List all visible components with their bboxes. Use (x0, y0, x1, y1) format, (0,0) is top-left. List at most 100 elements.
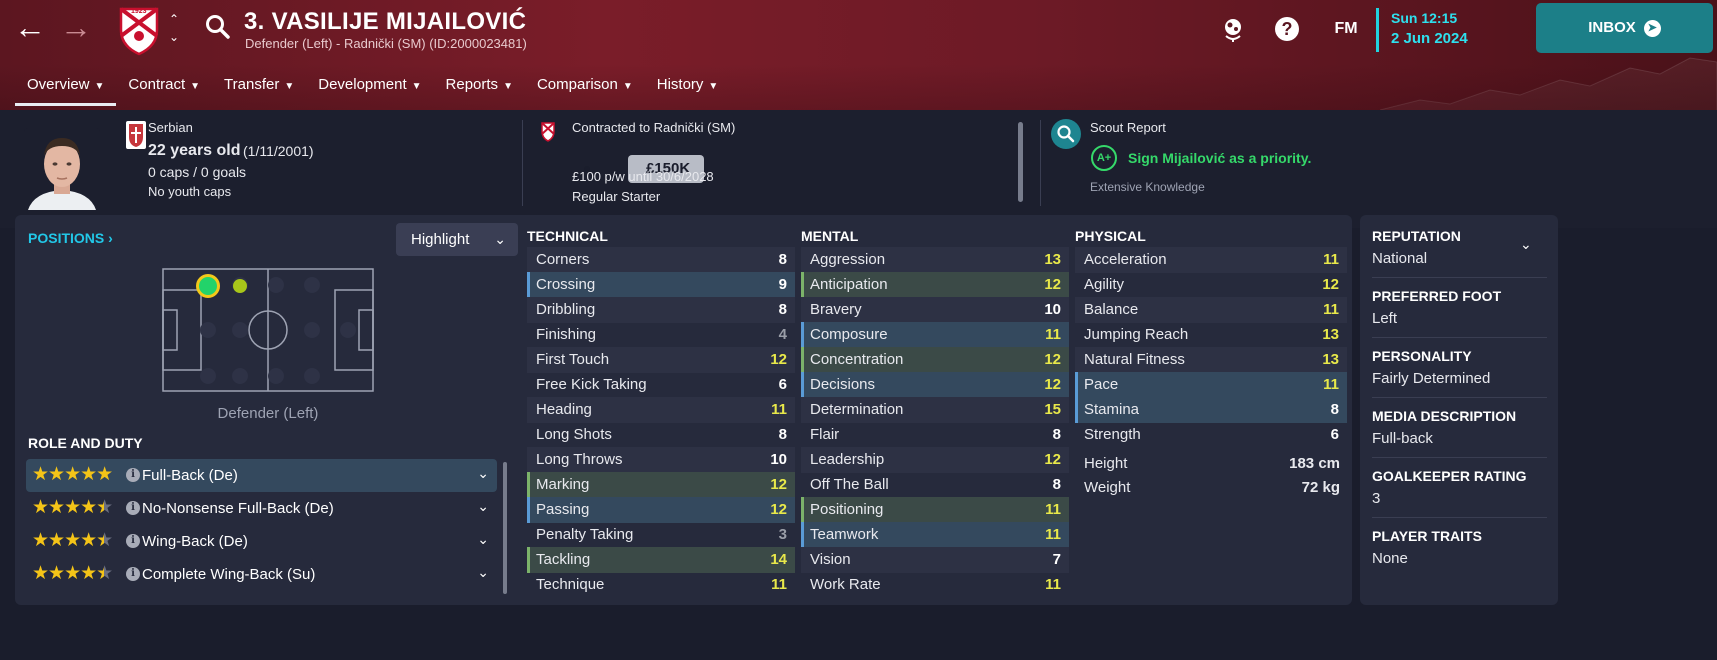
tab-development[interactable]: Development ▼ (306, 70, 433, 106)
mental-attribute-row[interactable]: Determination 15 (801, 397, 1069, 423)
side-heading: PERSONALITY (1372, 348, 1472, 364)
chevron-down-icon: ▼ (190, 81, 201, 92)
attribute-value: 11 (771, 401, 787, 418)
attribute-value: 10 (770, 451, 787, 468)
side-value[interactable]: 3 (1372, 490, 1380, 507)
technical-attribute-row[interactable]: Finishing 4 (527, 322, 795, 348)
mental-attribute-row[interactable]: Flair 8 (801, 422, 1069, 448)
physical-attribute-row[interactable]: Strength 6 (1075, 422, 1347, 448)
technical-attribute-row[interactable]: Technique 11 (527, 572, 795, 598)
scout-recommendation[interactable]: Sign Mijailović as a priority. (1128, 150, 1311, 166)
chevron-down-icon[interactable]: ⌄ (477, 465, 489, 482)
physical-heading: PHYSICAL (1075, 228, 1146, 244)
search-icon[interactable] (205, 14, 231, 40)
role-row[interactable]: ★★★★★ i No-Nonsense Full-Back (De) ⌄ (26, 492, 497, 525)
tab-reports[interactable]: Reports ▼ (434, 70, 525, 106)
inbox-button[interactable]: INBOX ➤ (1536, 3, 1713, 53)
role-row[interactable]: ★★★★★ i Complete Wing-Back (Su) ⌄ (26, 558, 497, 591)
info-scrollbar[interactable] (1018, 122, 1023, 202)
physical-attribute-row[interactable]: Natural Fitness 13 (1075, 347, 1347, 373)
technical-attribute-row[interactable]: Long Shots 8 (527, 422, 795, 448)
highlight-dropdown[interactable]: Highlight ⌄ (396, 223, 518, 256)
chevron-down-icon[interactable]: ⌄ (477, 564, 489, 581)
info-icon[interactable]: i (126, 501, 140, 515)
help-icon[interactable]: ? (1272, 14, 1302, 44)
side-value[interactable]: Fairly Determined (1372, 370, 1490, 387)
positions-link[interactable]: POSITIONS › (28, 230, 113, 246)
side-value[interactable]: Left (1372, 310, 1397, 327)
mental-attribute-row[interactable]: Teamwork 11 (801, 522, 1069, 548)
club-badge-small-icon[interactable] (541, 122, 555, 142)
accomplished-position-marker[interactable] (233, 279, 247, 293)
info-icon[interactable]: i (126, 567, 140, 581)
technical-attribute-row[interactable]: Corners 8 (527, 247, 795, 273)
technical-attribute-row[interactable]: Tackling 14 (527, 547, 795, 573)
contracted-to[interactable]: Contracted to Radnički (SM) (572, 120, 735, 135)
natural-position-marker[interactable] (196, 274, 220, 298)
attribute-name: Free Kick Taking (536, 376, 647, 393)
tab-contract[interactable]: Contract ▼ (116, 70, 212, 106)
attribute-value: 8 (1052, 476, 1061, 493)
mental-attribute-row[interactable]: Leadership 12 (801, 447, 1069, 473)
side-divider (1372, 277, 1547, 278)
mental-attribute-row[interactable]: Vision 7 (801, 547, 1069, 573)
technical-attribute-row[interactable]: Long Throws 10 (527, 447, 795, 473)
side-value[interactable]: None (1372, 550, 1408, 567)
technical-attribute-row[interactable]: Crossing 9 (527, 272, 795, 298)
forward-arrow-icon[interactable]: → (56, 10, 96, 46)
globe-football-icon[interactable] (1218, 14, 1248, 44)
technical-attribute-row[interactable]: First Touch 12 (527, 347, 795, 373)
chevron-down-icon[interactable]: ⌄ (477, 531, 489, 548)
fm-menu-button[interactable]: FM (1328, 14, 1364, 44)
physical-attribute-row[interactable]: Pace 11 (1075, 372, 1347, 398)
role-row[interactable]: ★★★★★ i Full-Back (De) ⌄ (26, 459, 497, 492)
technical-attribute-row[interactable]: Heading 11 (527, 397, 795, 423)
height-value: 183 cm (1289, 455, 1340, 472)
technical-attribute-row[interactable]: Free Kick Taking 6 (527, 372, 795, 398)
info-icon[interactable]: i (126, 468, 140, 482)
tab-transfer[interactable]: Transfer ▼ (212, 70, 306, 106)
game-date-block[interactable]: Sun 12:15 2 Jun 2024 (1376, 8, 1468, 52)
attribute-name: Marking (536, 476, 590, 493)
club-badge[interactable]: 1923 (118, 6, 160, 56)
attribute-name: Stamina (1084, 401, 1140, 418)
physical-attribute-row[interactable]: Stamina 8 (1075, 397, 1347, 423)
role-row[interactable]: ★★★★★ i Wing-Back (De) ⌄ (26, 525, 497, 558)
chevron-down-icon[interactable]: ⌄ (1520, 236, 1532, 253)
info-icon[interactable]: i (126, 534, 140, 548)
technical-attribute-row[interactable]: Dribbling 8 (527, 297, 795, 323)
mental-attribute-row[interactable]: Positioning 11 (801, 497, 1069, 523)
mental-attribute-row[interactable]: Aggression 13 (801, 247, 1069, 273)
side-value[interactable]: Full-back (1372, 430, 1433, 447)
technical-attribute-row[interactable]: Marking 12 (527, 472, 795, 498)
side-value[interactable]: National (1372, 250, 1427, 267)
mental-attribute-row[interactable]: Bravery 10 (801, 297, 1069, 323)
physical-attribute-row[interactable]: Jumping Reach 13 (1075, 322, 1347, 348)
scout-search-icon[interactable] (1051, 119, 1081, 149)
physical-attribute-row[interactable]: Balance 11 (1075, 297, 1347, 323)
roles-scrollbar[interactable] (503, 462, 507, 594)
side-divider (1372, 337, 1547, 338)
physical-attribute-row[interactable]: Acceleration 11 (1075, 247, 1347, 273)
mental-attribute-row[interactable]: Work Rate 11 (801, 572, 1069, 598)
technical-attribute-row[interactable]: Passing 12 (527, 497, 795, 523)
caps-goals[interactable]: 0 caps / 0 goals (148, 164, 246, 180)
mental-attribute-row[interactable]: Off The Ball 8 (801, 472, 1069, 498)
attribute-value: 10 (1044, 301, 1061, 318)
tab-history[interactable]: History ▼ (645, 70, 731, 106)
mental-attribute-row[interactable]: Concentration 12 (801, 347, 1069, 373)
attribute-value: 12 (1322, 276, 1339, 293)
mental-attribute-row[interactable]: Anticipation 12 (801, 272, 1069, 298)
physical-attribute-row[interactable]: Agility 12 (1075, 272, 1347, 298)
tab-overview[interactable]: Overview ▼ (15, 70, 117, 106)
player-face-photo[interactable] (24, 128, 100, 210)
back-arrow-icon[interactable]: ← (10, 10, 50, 46)
mental-attribute-row[interactable]: Decisions 12 (801, 372, 1069, 398)
chevron-down-icon[interactable]: ⌄ (477, 498, 489, 515)
serbia-flag-icon[interactable] (126, 121, 146, 149)
mental-attribute-row[interactable]: Composure 11 (801, 322, 1069, 348)
tab-comparison[interactable]: Comparison ▼ (525, 70, 645, 106)
attribute-name: First Touch (536, 351, 610, 368)
up-down-chevron-icon[interactable]: ⌃ ⌄ (166, 10, 182, 46)
technical-attribute-row[interactable]: Penalty Taking 3 (527, 522, 795, 548)
